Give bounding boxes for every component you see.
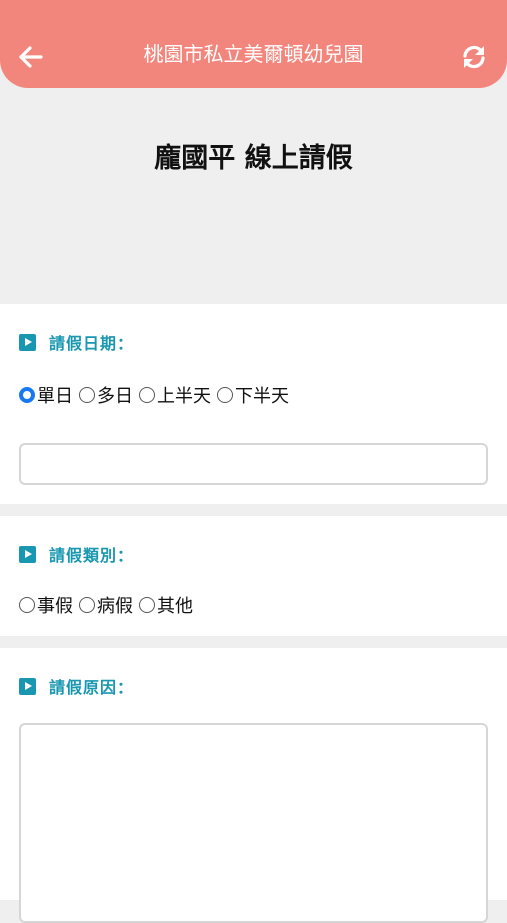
page-title: 龐國平 線上請假: [154, 143, 353, 174]
radio-circle[interactable]: [139, 597, 155, 613]
app-header: 桃園市私立美爾頓幼兒園: [0, 0, 507, 88]
radio-circle[interactable]: [79, 597, 95, 613]
refresh-button[interactable]: [457, 40, 491, 74]
refresh-icon: [463, 45, 485, 69]
radio-circle[interactable]: [19, 387, 35, 403]
radio-single-day[interactable]: 單日: [19, 382, 73, 408]
leave-date-label: 請假日期：: [19, 330, 134, 354]
leave-type-options: 事假 病假 其他: [19, 592, 199, 618]
arrow-left-icon: [19, 46, 43, 68]
app-title: 桃園市私立美爾頓幼兒園: [143, 42, 364, 66]
radio-sick-leave[interactable]: 病假: [79, 592, 133, 618]
play-icon: [19, 545, 36, 563]
back-button[interactable]: [16, 40, 46, 74]
radio-circle[interactable]: [139, 387, 155, 403]
radio-circle[interactable]: [217, 387, 233, 403]
radio-other-leave[interactable]: 其他: [139, 592, 193, 618]
radio-morning[interactable]: 上半天: [139, 382, 211, 408]
leave-date-input[interactable]: [19, 443, 488, 485]
leave-reason-section: 請假原因：: [0, 648, 507, 923]
play-icon: [19, 677, 36, 695]
leave-date-section: 請假日期： 單日 多日 上半天 下半天: [0, 304, 507, 504]
play-icon: [19, 333, 36, 351]
leave-reason-textarea[interactable]: [19, 723, 488, 923]
radio-multi-day[interactable]: 多日: [79, 382, 133, 408]
leave-date-options: 單日 多日 上半天 下半天: [19, 382, 295, 408]
radio-personal-leave[interactable]: 事假: [19, 592, 73, 618]
leave-type-label: 請假類別：: [19, 542, 134, 566]
radio-circle[interactable]: [19, 597, 35, 613]
leave-reason-label: 請假原因：: [19, 674, 134, 698]
leave-type-section: 請假類別： 事假 病假 其他: [0, 516, 507, 636]
radio-circle[interactable]: [79, 387, 95, 403]
radio-afternoon[interactable]: 下半天: [217, 382, 289, 408]
